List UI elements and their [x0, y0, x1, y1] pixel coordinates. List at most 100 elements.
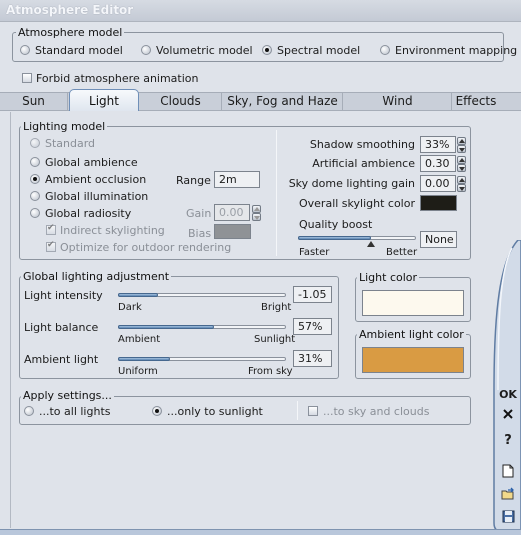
atmosphere-model-legend: Atmosphere model	[16, 26, 125, 39]
better-label: Better	[386, 247, 418, 258]
ambient-light-input[interactable]: 31%	[293, 350, 332, 367]
save-icon[interactable]	[499, 510, 517, 528]
tab-sky-fog-haze[interactable]: Sky, Fog and Haze	[223, 93, 343, 110]
quality-boost-label: Quality boost	[299, 218, 373, 231]
window-title: Atmosphere Editor	[6, 3, 134, 17]
sky-dome-gain-input[interactable]: 0.00	[420, 175, 456, 192]
forbid-animation-option[interactable]: Forbid atmosphere animation	[22, 72, 199, 86]
indirect-skylighting-option[interactable]: Indirect skylighting	[46, 223, 166, 238]
artificial-ambience-stepper[interactable]	[457, 156, 466, 172]
shadow-smoothing-down[interactable]	[457, 145, 466, 153]
radio-global-radiosity[interactable]	[30, 208, 40, 218]
ambient-light-fill	[118, 357, 170, 361]
sky-dome-gain-up[interactable]	[457, 176, 466, 184]
model-spectral-option[interactable]: Spectral model	[262, 44, 362, 58]
global-illumination-label: Global illumination	[45, 190, 149, 203]
sky-dome-gain-stepper[interactable]	[457, 176, 466, 192]
model-volumetric-label: Volumetric model	[156, 44, 253, 57]
ambient-light-color-swatch[interactable]	[362, 347, 464, 373]
tab-clouds[interactable]: Clouds	[140, 93, 222, 110]
ambient-occlusion-label: Ambient occlusion	[45, 173, 147, 186]
forbid-animation-label: Forbid atmosphere animation	[36, 72, 199, 85]
bottom-border	[0, 529, 521, 535]
sky-dome-gain-down[interactable]	[457, 184, 466, 192]
global-lighting-legend: Global lighting adjustment	[21, 270, 172, 283]
shadow-smoothing-up[interactable]	[457, 137, 466, 145]
ok-button[interactable]: OK	[499, 386, 517, 404]
light-balance-input[interactable]: 57%	[293, 318, 332, 335]
apply-sunlight-label: ...only to sunlight	[167, 405, 263, 418]
light-intensity-max-label: Bright	[261, 302, 292, 313]
artificial-ambience-up[interactable]	[457, 156, 466, 164]
bias-slider[interactable]	[214, 224, 251, 239]
model-environment-label: Environment mapping	[395, 44, 518, 57]
apply-sky-clouds-checkbox[interactable]	[308, 406, 318, 416]
gain-stepper[interactable]	[252, 205, 261, 221]
range-input[interactable]: 2m	[214, 171, 260, 188]
apply-all-lights-option[interactable]: ...to all lights	[24, 405, 134, 419]
bias-label: Bias	[188, 227, 212, 240]
lighting-standard-label: Standard	[45, 137, 96, 150]
model-spectral-label: Spectral model	[277, 44, 361, 57]
apply-settings-divider	[297, 401, 298, 420]
radio-global-ambience[interactable]	[30, 157, 40, 167]
lighting-standard-option[interactable]: Standard	[30, 137, 130, 151]
light-color-swatch[interactable]	[362, 290, 464, 316]
tab-sun[interactable]: Sun	[0, 93, 68, 110]
tab-wind[interactable]: Wind	[344, 93, 452, 110]
optimize-outdoor-checkbox[interactable]	[46, 240, 56, 252]
quality-boost-fill	[298, 236, 371, 240]
ambient-light-color-legend: Ambient light color	[357, 328, 466, 341]
quality-boost-knob[interactable]	[367, 241, 375, 247]
model-standard-option[interactable]: Standard model	[20, 44, 123, 58]
radio-standard-model[interactable]	[20, 45, 30, 55]
light-balance-label: Light balance	[24, 321, 99, 334]
model-standard-label: Standard model	[35, 44, 123, 57]
lighting-global-radiosity-option[interactable]: Global radiosity	[30, 207, 140, 221]
apply-all-lights-label: ...to all lights	[39, 405, 111, 418]
apply-settings-legend: Apply settings...	[21, 389, 114, 402]
gain-stepper-up[interactable]	[252, 205, 261, 213]
radio-spectral-model[interactable]	[262, 45, 272, 55]
light-intensity-label: Light intensity	[24, 289, 103, 302]
gain-input[interactable]: 0.00	[214, 204, 250, 221]
close-icon[interactable]	[499, 407, 517, 425]
global-ambience-label: Global ambience	[45, 156, 138, 169]
lighting-ambient-occlusion-option[interactable]: Ambient occlusion	[30, 173, 150, 187]
lighting-global-illumination-option[interactable]: Global illumination	[30, 190, 150, 204]
apply-sky-clouds-option[interactable]: ...to sky and clouds	[308, 405, 429, 419]
model-environment-option[interactable]: Environment mapping	[380, 44, 517, 58]
optimize-outdoor-label: Optimize for outdoor rendering	[60, 241, 232, 254]
tab-light[interactable]: Light	[69, 89, 139, 111]
new-document-icon[interactable]	[499, 464, 517, 482]
radio-volumetric-model[interactable]	[141, 45, 151, 55]
gain-stepper-down[interactable]	[252, 213, 261, 221]
radio-apply-sunlight[interactable]	[152, 406, 162, 416]
shadow-smoothing-stepper[interactable]	[457, 137, 466, 153]
artificial-ambience-down[interactable]	[457, 164, 466, 172]
light-intensity-input[interactable]: -1.05	[293, 286, 332, 303]
forbid-animation-checkbox[interactable]	[22, 73, 32, 83]
radio-environment-mapping[interactable]	[380, 45, 390, 55]
overall-skylight-color-swatch[interactable]	[420, 195, 457, 211]
shadow-smoothing-input[interactable]: 33%	[420, 136, 456, 153]
tab-effects[interactable]: Effects	[453, 93, 499, 110]
shadow-smoothing-label: Shadow smoothing	[309, 138, 415, 151]
artificial-ambience-input[interactable]: 0.30	[420, 155, 456, 172]
sky-dome-gain-label: Sky dome lighting gain	[288, 177, 415, 190]
apply-sunlight-option[interactable]: ...only to sunlight	[152, 405, 272, 419]
radio-ambient-occlusion[interactable]	[30, 174, 40, 184]
radio-lighting-standard[interactable]	[30, 138, 40, 148]
quality-boost-value[interactable]: None	[420, 231, 457, 248]
optimize-outdoor-option[interactable]: Optimize for outdoor rendering	[46, 240, 231, 255]
load-icon[interactable]	[499, 487, 517, 505]
radio-apply-all-lights[interactable]	[24, 406, 34, 416]
artificial-ambience-label: Artificial ambience	[312, 157, 415, 170]
indirect-skylighting-checkbox[interactable]	[46, 223, 56, 235]
radio-global-illumination[interactable]	[30, 191, 40, 201]
global-radiosity-label: Global radiosity	[45, 207, 132, 220]
gain-label: Gain	[186, 207, 212, 220]
model-volumetric-option[interactable]: Volumetric model	[141, 44, 253, 58]
help-icon[interactable]: ?	[499, 432, 517, 450]
lighting-global-ambience-option[interactable]: Global ambience	[30, 156, 140, 170]
